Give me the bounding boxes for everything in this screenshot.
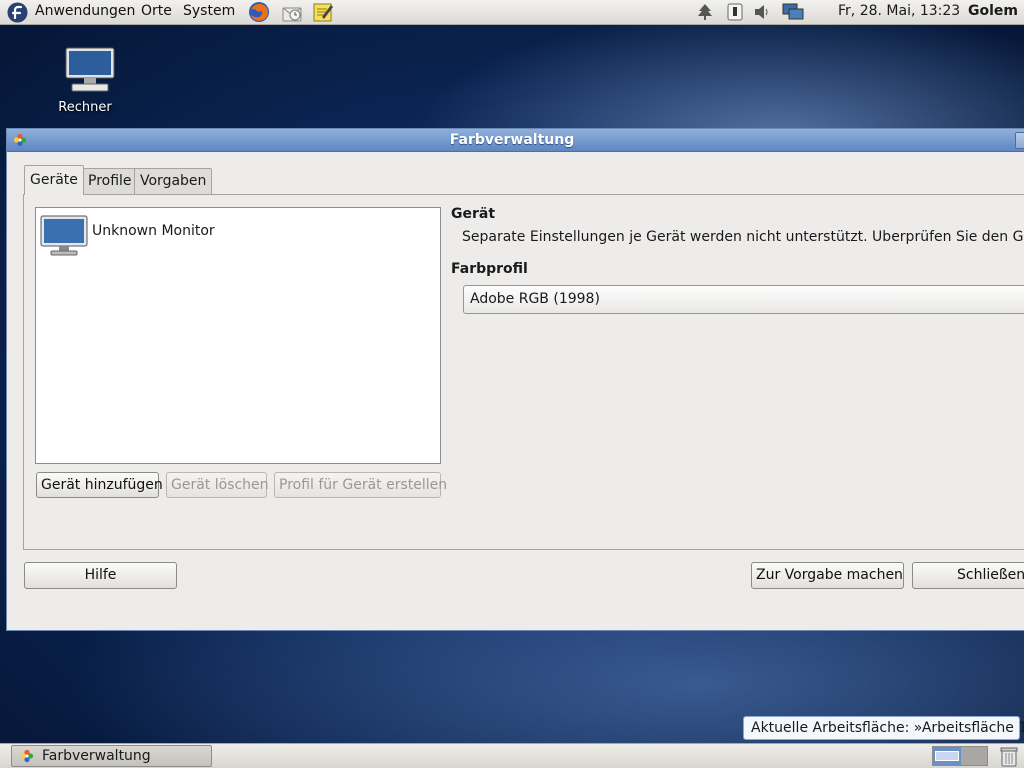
clock[interactable]: Fr, 28. Mai, 13:23 <box>838 3 960 19</box>
list-item[interactable]: Unknown Monitor <box>40 214 435 258</box>
minimize-button[interactable] <box>1015 132 1024 149</box>
close-button[interactable]: Schließen <box>912 562 1024 589</box>
menu-system[interactable]: System <box>183 3 235 19</box>
tab-vorgaben[interactable]: Vorgaben <box>134 168 213 194</box>
trash-icon[interactable] <box>998 745 1020 767</box>
color-wheel-icon <box>20 749 34 763</box>
computer-icon <box>65 47 115 92</box>
window-titlebar[interactable]: Farbverwaltung <box>7 129 1024 152</box>
user-name[interactable]: Golem <box>968 3 1018 19</box>
workspace-2[interactable] <box>961 747 987 765</box>
monitor-icon <box>40 215 88 256</box>
make-default-button[interactable]: Zur Vorgabe machen <box>751 562 904 589</box>
network-icon[interactable] <box>782 3 804 21</box>
delete-device-button[interactable]: Gerät löschen <box>166 472 269 498</box>
color-management-dialog: Farbverwaltung Geräte Profile Vorgaben U… <box>6 128 1024 631</box>
menu-orte[interactable]: Orte <box>141 3 172 19</box>
workspace-switcher[interactable] <box>932 746 988 766</box>
desktop-icon-label: Rechner <box>58 100 112 115</box>
workspace-1[interactable] <box>933 747 961 765</box>
taskbar-label: Farbverwaltung <box>42 748 151 764</box>
help-button[interactable]: Hilfe <box>24 562 177 589</box>
volume-icon[interactable] <box>752 3 772 21</box>
taskbar-button-farbverwaltung[interactable]: Farbverwaltung <box>11 745 212 767</box>
desktop-icon-rechner[interactable]: Rechner <box>56 46 120 115</box>
notes-icon[interactable] <box>312 1 334 23</box>
add-device-button[interactable]: Gerät hinzufügen <box>36 472 163 498</box>
tab-profile[interactable]: Profile <box>82 168 138 194</box>
device-list[interactable]: Unknown Monitor <box>35 207 441 464</box>
tree-icon[interactable] <box>695 3 715 21</box>
device-section-title: Gerät <box>451 206 496 222</box>
workspace-window-thumb <box>935 751 959 761</box>
create-profile-button[interactable]: Profil für Gerät erstellen <box>274 472 447 498</box>
menu-anwendungen[interactable]: Anwendungen <box>35 3 135 19</box>
tab-geraete[interactable]: Geräte <box>24 165 84 195</box>
device-description: Separate Einstellungen je Gerät werden n… <box>462 229 1024 245</box>
bottom-panel: Farbverwaltung <box>0 743 1024 768</box>
device-name: Unknown Monitor <box>92 223 215 239</box>
profile-combobox[interactable]: Adobe RGB (1998) <box>463 285 1024 314</box>
mail-icon[interactable] <box>281 1 303 23</box>
profile-section-title: Farbprofil <box>451 261 528 277</box>
window-title: Farbverwaltung <box>449 132 575 148</box>
device-tray-icon[interactable] <box>725 3 745 21</box>
top-panel: Anwendungen Orte System Fr, 28. Mai, 13:… <box>0 0 1024 25</box>
workspace-tooltip: Aktuelle Arbeitsfläche: »Arbeitsfläche 1… <box>743 716 1024 740</box>
firefox-icon[interactable] <box>248 1 270 23</box>
fedora-logo-icon[interactable] <box>7 2 28 23</box>
